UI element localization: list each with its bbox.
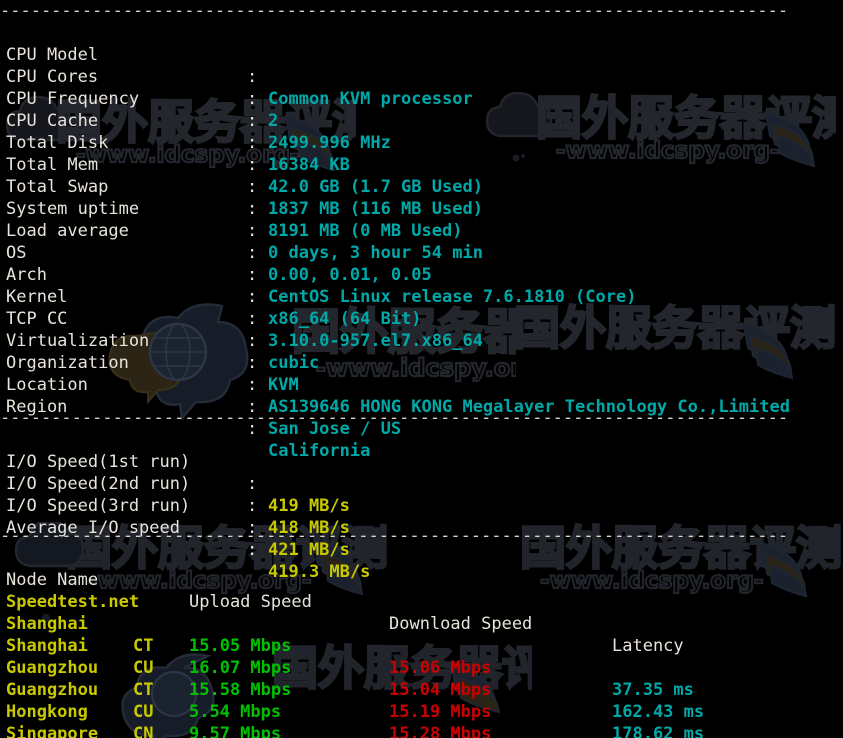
- io-row: I/O Speed(3rd run) : 421 MB/s: [0, 473, 843, 560]
- io-speed-block: I/O Speed(1st run) : 419 MB/s I/O Speed(…: [0, 429, 843, 582]
- info-row: Arch : x86_64 (64 Bit): [0, 242, 843, 329]
- io-row: Average I/O speed : 419.3 MB/s: [0, 495, 843, 582]
- table-header-row: Node Name Upload Speed Download Speed La…: [0, 547, 843, 656]
- table-row: Shanghai CU 15.58 Mbps 15.19 Mbps 178.62…: [0, 613, 843, 738]
- table-row: Singapore SG 15.33 Mbps 15.05 Mbps 186.2…: [0, 701, 843, 738]
- info-row: CPU Cores : 2: [0, 44, 843, 131]
- info-row: Total Swap : 8191 MB (0 MB Used): [0, 154, 843, 241]
- io-label: Average I/O speed: [6, 518, 180, 538]
- info-value: AS139646 HONG KONG Megalayer Technology …: [268, 397, 790, 417]
- info-row: System uptime : 0 days, 3 hour 54 min: [0, 176, 843, 263]
- io-row: I/O Speed(1st run) : 419 MB/s: [0, 429, 843, 516]
- info-row: Organization : AS139646 HONG KONG Megala…: [0, 330, 843, 417]
- info-row: Virtualization : KVM: [0, 308, 843, 395]
- info-row: OS : CentOS Linux release 7.6.1810 (Core…: [0, 220, 843, 307]
- info-colon: :: [247, 397, 258, 417]
- io-colon: :: [247, 518, 258, 538]
- terminal-output: ----------------------------------------…: [0, 0, 843, 738]
- table-row: Speedtest.net 15.05 Mbps 15.06 Mbps 37.3…: [0, 569, 843, 700]
- table-row: Hongkong CN 15.70 Mbps 15.19 Mbps 157.50…: [0, 679, 843, 738]
- table-row: Tokyo JP 15.74 Mbps 14.61 Mbps 197.88 ms: [0, 723, 843, 738]
- info-row: CPU Cache : 16384 KB: [0, 88, 843, 175]
- info-row: CPU Model : Common KVM processor: [0, 22, 843, 109]
- table-row: Guangzhou CU 9.57 Mbps 14.83 Mbps 170.48…: [0, 657, 843, 738]
- info-row: TCP CC : cubic: [0, 286, 843, 373]
- io-value: 418 MB/s: [268, 518, 350, 538]
- io-row: I/O Speed(2nd run) : 418 MB/s: [0, 451, 843, 538]
- info-row: CPU Frequency : 2499.996 MHz: [0, 66, 843, 153]
- terminal-window[interactable]: 国外服务器评测 -www.idcspy.org- 国外服务器评测 -www.id…: [0, 0, 843, 738]
- info-row: Load average : 0.00, 0.01, 0.05: [0, 198, 843, 285]
- info-row: Total Disk : 42.0 GB (1.7 GB Used): [0, 110, 843, 197]
- info-row: Total Mem : 1837 MB (116 MB Used): [0, 132, 843, 219]
- info-row: Kernel : 3.10.0-957.el7.x86_64: [0, 264, 843, 351]
- table-row: Guangzhou CT 5.54 Mbps 15.28 Mbps 187.92…: [0, 635, 843, 738]
- system-info-block: CPU Model : Common KVM processor CPU Cor…: [0, 22, 843, 461]
- speedtest-table: Node Name Upload Speed Download Speed La…: [0, 547, 843, 738]
- info-label: Region: [6, 397, 68, 417]
- info-row: Location : San Jose / US: [0, 352, 843, 439]
- separator-rule-top: ----------------------------------------…: [0, 1, 789, 21]
- info-row: Region : California: [0, 374, 843, 461]
- table-row: Shanghai CT 16.07 Mbps 15.04 Mbps 162.43…: [0, 591, 843, 722]
